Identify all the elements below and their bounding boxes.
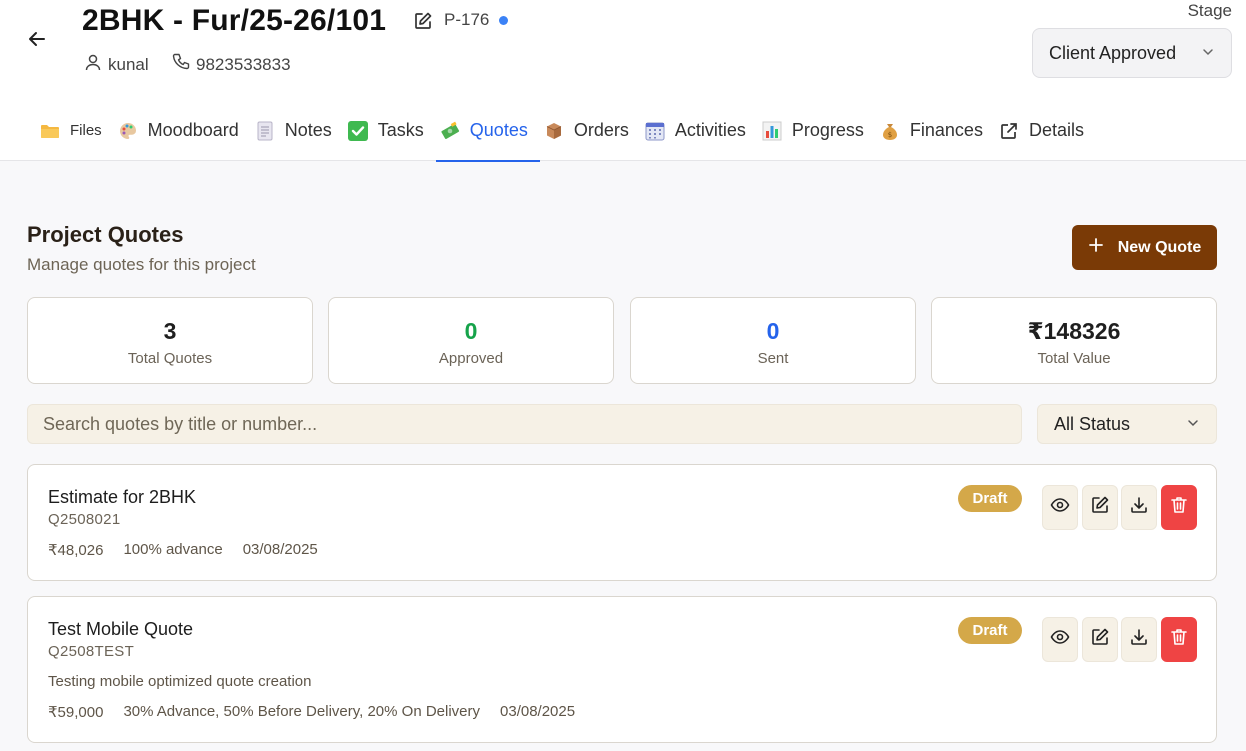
external-link-icon	[999, 121, 1019, 141]
client-name: kunal	[108, 54, 149, 74]
trash-icon	[1169, 627, 1189, 652]
quote-terms: 100% advance	[123, 541, 223, 558]
delete-button[interactable]	[1161, 617, 1197, 662]
user-icon	[84, 53, 102, 76]
stat-approved: 0 Approved	[328, 297, 614, 384]
status-badge: Draft	[958, 485, 1022, 512]
tab-details[interactable]: Details	[995, 100, 1096, 161]
stat-total-quotes: 3 Total Quotes	[27, 297, 313, 384]
quote-card[interactable]: Test Mobile Quote Q2508TEST Testing mobi…	[27, 596, 1217, 743]
client-info: kunal	[84, 53, 149, 76]
delete-button[interactable]	[1161, 485, 1197, 530]
status-dot	[499, 16, 508, 25]
edit-icon	[1090, 627, 1110, 652]
stat-sent: 0 Sent	[630, 297, 916, 384]
tab-quotes[interactable]: Quotes	[435, 100, 540, 162]
palette-icon	[118, 121, 138, 141]
view-button[interactable]	[1042, 485, 1078, 530]
quote-amount: ₹59,000	[48, 704, 104, 721]
project-code: P-176	[444, 10, 490, 29]
status-filter-value: All Status	[1054, 413, 1131, 434]
stat-label: Approved	[438, 350, 504, 367]
edit-button[interactable]	[1082, 485, 1118, 530]
stage-select[interactable]: Client Approved	[1032, 28, 1232, 78]
stat-value: 0	[766, 318, 780, 344]
folder-icon	[40, 121, 60, 141]
money-bag-icon: $	[880, 121, 900, 141]
tab-finances[interactable]: $ Finances	[876, 100, 995, 161]
download-button[interactable]	[1121, 485, 1157, 530]
phone-info: 9823533833	[172, 53, 291, 76]
section-title: Project Quotes	[27, 222, 184, 247]
quote-number: Q2508021	[48, 511, 121, 528]
section-subtitle: Manage quotes for this project	[27, 255, 256, 274]
stat-value: 3	[163, 318, 177, 344]
tab-tasks[interactable]: Tasks	[344, 100, 436, 161]
quote-meta: ₹48,026 100% advance 03/08/2025	[48, 541, 318, 559]
tab-progress[interactable]: Progress	[758, 100, 876, 161]
phone-icon	[172, 53, 190, 76]
svg-text:$: $	[888, 131, 892, 139]
status-filter-select[interactable]: All Status	[1037, 404, 1217, 444]
tab-bar: Files Moodboard Notes Tasks Quotes Order…	[36, 100, 1096, 162]
bar-chart-icon	[762, 121, 782, 141]
edit-button[interactable]	[1082, 617, 1118, 662]
stat-value: 0	[464, 318, 478, 344]
quote-meta: ₹59,000 30% Advance, 50% Before Delivery…	[48, 703, 575, 721]
tab-orders[interactable]: Orders	[540, 100, 641, 161]
download-icon	[1129, 495, 1149, 520]
quote-title: Test Mobile Quote	[48, 619, 194, 639]
quote-terms: 30% Advance, 50% Before Delivery, 20% On…	[123, 703, 481, 720]
notepad-icon	[255, 121, 275, 141]
view-button[interactable]	[1042, 617, 1078, 662]
back-arrow-icon[interactable]	[24, 26, 50, 52]
edit-icon[interactable]	[413, 11, 433, 31]
trash-icon	[1169, 495, 1189, 520]
new-quote-button[interactable]: New Quote	[1072, 225, 1217, 270]
stat-label: Sent	[757, 350, 789, 367]
quote-number: Q2508TEST	[48, 643, 135, 660]
phone-number[interactable]: 9823533833	[196, 55, 291, 75]
quote-date: 03/08/2025	[500, 703, 576, 720]
download-button[interactable]	[1121, 617, 1157, 662]
search-input[interactable]	[27, 404, 1022, 444]
quote-title: Estimate for 2BHK	[48, 487, 197, 507]
stage-label: Stage	[1187, 1, 1232, 20]
quote-description: Testing mobile optimized quote creation	[48, 673, 312, 690]
stat-value: ₹148326	[1027, 318, 1121, 344]
chevron-down-icon	[1186, 414, 1200, 435]
project-title: 2BHK - Fur/25-26/101	[82, 4, 387, 37]
plus-icon	[1088, 237, 1104, 258]
quote-amount: ₹48,026	[48, 542, 104, 559]
eye-icon	[1050, 495, 1070, 520]
stat-label: Total Quotes	[127, 350, 213, 367]
eye-icon	[1050, 627, 1070, 652]
chevron-down-icon	[1201, 43, 1215, 64]
package-icon	[544, 121, 564, 141]
quote-card[interactable]: Estimate for 2BHK Q2508021 ₹48,026 100% …	[27, 464, 1217, 581]
check-box-icon	[347, 120, 368, 141]
quote-date: 03/08/2025	[242, 541, 318, 558]
calendar-icon	[645, 121, 665, 141]
download-icon	[1129, 627, 1149, 652]
tab-files[interactable]: Files	[36, 100, 114, 161]
tab-moodboard[interactable]: Moodboard	[114, 100, 251, 161]
status-badge: Draft	[958, 617, 1022, 644]
stage-value: Client Approved	[1049, 42, 1177, 63]
tab-notes[interactable]: Notes	[251, 100, 344, 161]
tab-activities[interactable]: Activities	[641, 100, 758, 161]
stat-total-value: ₹148326 Total Value	[931, 297, 1217, 384]
stat-label: Total Value	[1037, 350, 1111, 367]
edit-icon	[1090, 495, 1110, 520]
project-header: 2BHK - Fur/25-26/101 P-176 kunal 9823533…	[0, 0, 1246, 162]
money-icon	[440, 121, 460, 141]
